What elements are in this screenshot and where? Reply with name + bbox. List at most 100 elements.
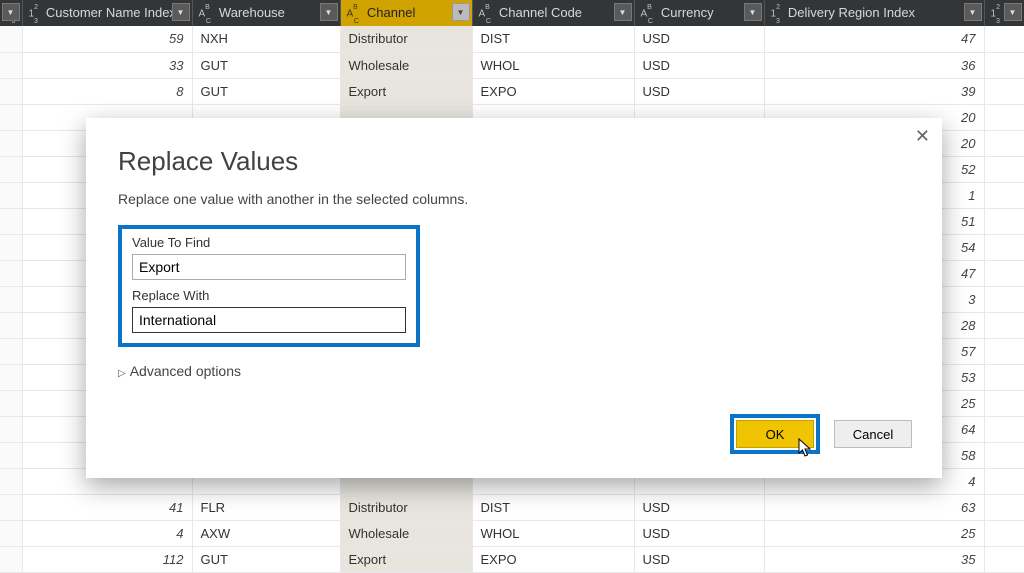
cell-curr[interactable]: USD — [634, 26, 764, 52]
cell-tail[interactable] — [984, 338, 1024, 364]
cell-wh[interactable]: GUT — [192, 546, 340, 572]
cell-cust[interactable]: 33 — [22, 52, 192, 78]
column-filter-icon[interactable]: ▼ — [614, 3, 632, 21]
cell-tail[interactable] — [984, 390, 1024, 416]
cell-tail[interactable] — [984, 156, 1024, 182]
cell-rownum[interactable] — [0, 416, 22, 442]
cell-rownum[interactable] — [0, 390, 22, 416]
cell-region[interactable]: 39 — [764, 78, 984, 104]
cell-wh[interactable]: FLR — [192, 494, 340, 520]
cell-tail[interactable] — [984, 442, 1024, 468]
cell-tail[interactable] — [984, 260, 1024, 286]
cell-curr[interactable]: USD — [634, 494, 764, 520]
cell-tail[interactable] — [984, 312, 1024, 338]
cell-rownum[interactable] — [0, 338, 22, 364]
cell-chan[interactable]: Export — [340, 546, 472, 572]
cell-wh[interactable]: GUT — [192, 78, 340, 104]
cell-wh[interactable]: GUT — [192, 52, 340, 78]
cell-curr[interactable]: USD — [634, 52, 764, 78]
advanced-options-toggle[interactable]: ▷Advanced options — [118, 363, 910, 379]
cell-rownum[interactable] — [0, 494, 22, 520]
cell-chan[interactable]: Distributor — [340, 26, 472, 52]
cell-region[interactable]: 47 — [764, 26, 984, 52]
cell-rownum[interactable] — [0, 208, 22, 234]
cell-rownum[interactable] — [0, 78, 22, 104]
cell-code[interactable]: EXPO — [472, 546, 634, 572]
cell-rownum[interactable] — [0, 182, 22, 208]
cell-cust[interactable]: 59 — [22, 26, 192, 52]
cell-region[interactable]: 36 — [764, 52, 984, 78]
cell-rownum[interactable] — [0, 364, 22, 390]
column-header-cust[interactable]: 123Customer Name Index▼ — [22, 0, 192, 26]
column-filter-icon[interactable]: ▼ — [452, 3, 470, 21]
cell-tail[interactable] — [984, 182, 1024, 208]
cell-tail[interactable] — [984, 286, 1024, 312]
column-header-chan[interactable]: ABCChannel▼ — [340, 0, 472, 26]
cell-code[interactable]: DIST — [472, 26, 634, 52]
cell-rownum[interactable] — [0, 156, 22, 182]
column-header-tail[interactable]: 123▼ — [984, 0, 1024, 26]
cell-rownum[interactable] — [0, 26, 22, 52]
column-filter-icon[interactable]: ▼ — [172, 3, 190, 21]
cell-tail[interactable] — [984, 494, 1024, 520]
cell-cust[interactable]: 112 — [22, 546, 192, 572]
cell-cust[interactable]: 41 — [22, 494, 192, 520]
cell-rownum[interactable] — [0, 52, 22, 78]
cell-tail[interactable] — [984, 520, 1024, 546]
cell-tail[interactable] — [984, 546, 1024, 572]
cell-region[interactable]: 25 — [764, 520, 984, 546]
cell-cust[interactable]: 8 — [22, 78, 192, 104]
cell-tail[interactable] — [984, 364, 1024, 390]
replace-with-input[interactable] — [132, 307, 406, 333]
cell-tail[interactable] — [984, 416, 1024, 442]
cell-tail[interactable] — [984, 52, 1024, 78]
cell-rownum[interactable] — [0, 520, 22, 546]
column-filter-icon[interactable]: ▼ — [2, 3, 20, 21]
cell-curr[interactable]: USD — [634, 78, 764, 104]
close-icon[interactable]: ✕ — [915, 126, 930, 147]
cancel-button[interactable]: Cancel — [834, 420, 912, 448]
cell-code[interactable]: EXPO — [472, 78, 634, 104]
column-header-region[interactable]: 123Delivery Region Index▼ — [764, 0, 984, 26]
cell-rownum[interactable] — [0, 130, 22, 156]
ok-button[interactable]: OK — [736, 420, 814, 448]
cell-tail[interactable] — [984, 234, 1024, 260]
cell-tail[interactable] — [984, 130, 1024, 156]
cell-rownum[interactable] — [0, 286, 22, 312]
cell-chan[interactable]: Export — [340, 78, 472, 104]
cell-rownum[interactable] — [0, 546, 22, 572]
cell-region[interactable]: 35 — [764, 546, 984, 572]
cell-code[interactable]: WHOL — [472, 520, 634, 546]
cell-code[interactable]: WHOL — [472, 52, 634, 78]
cell-curr[interactable]: USD — [634, 546, 764, 572]
column-header-rownum[interactable]: 123▼ — [0, 0, 22, 26]
column-filter-icon[interactable]: ▼ — [744, 3, 762, 21]
cell-chan[interactable]: Wholesale — [340, 520, 472, 546]
column-filter-icon[interactable]: ▼ — [320, 3, 338, 21]
cell-curr[interactable]: USD — [634, 520, 764, 546]
column-header-code[interactable]: ABCChannel Code▼ — [472, 0, 634, 26]
cell-cust[interactable]: 4 — [22, 520, 192, 546]
cell-rownum[interactable] — [0, 312, 22, 338]
cell-wh[interactable]: NXH — [192, 26, 340, 52]
cell-rownum[interactable] — [0, 234, 22, 260]
cell-tail[interactable] — [984, 208, 1024, 234]
column-header-curr[interactable]: ABCCurrency▼ — [634, 0, 764, 26]
cell-code[interactable]: DIST — [472, 494, 634, 520]
cell-tail[interactable] — [984, 468, 1024, 494]
value-to-find-input[interactable] — [132, 254, 406, 280]
column-filter-icon[interactable]: ▼ — [1004, 3, 1022, 21]
cell-chan[interactable]: Distributor — [340, 494, 472, 520]
column-filter-icon[interactable]: ▼ — [964, 3, 982, 21]
cell-tail[interactable] — [984, 104, 1024, 130]
cell-wh[interactable]: AXW — [192, 520, 340, 546]
cell-chan[interactable]: Wholesale — [340, 52, 472, 78]
cell-rownum[interactable] — [0, 260, 22, 286]
cell-region[interactable]: 63 — [764, 494, 984, 520]
cell-rownum[interactable] — [0, 104, 22, 130]
cell-rownum[interactable] — [0, 468, 22, 494]
cell-tail[interactable] — [984, 78, 1024, 104]
column-header-wh[interactable]: ABCWarehouse▼ — [192, 0, 340, 26]
cell-rownum[interactable] — [0, 442, 22, 468]
cell-tail[interactable] — [984, 26, 1024, 52]
